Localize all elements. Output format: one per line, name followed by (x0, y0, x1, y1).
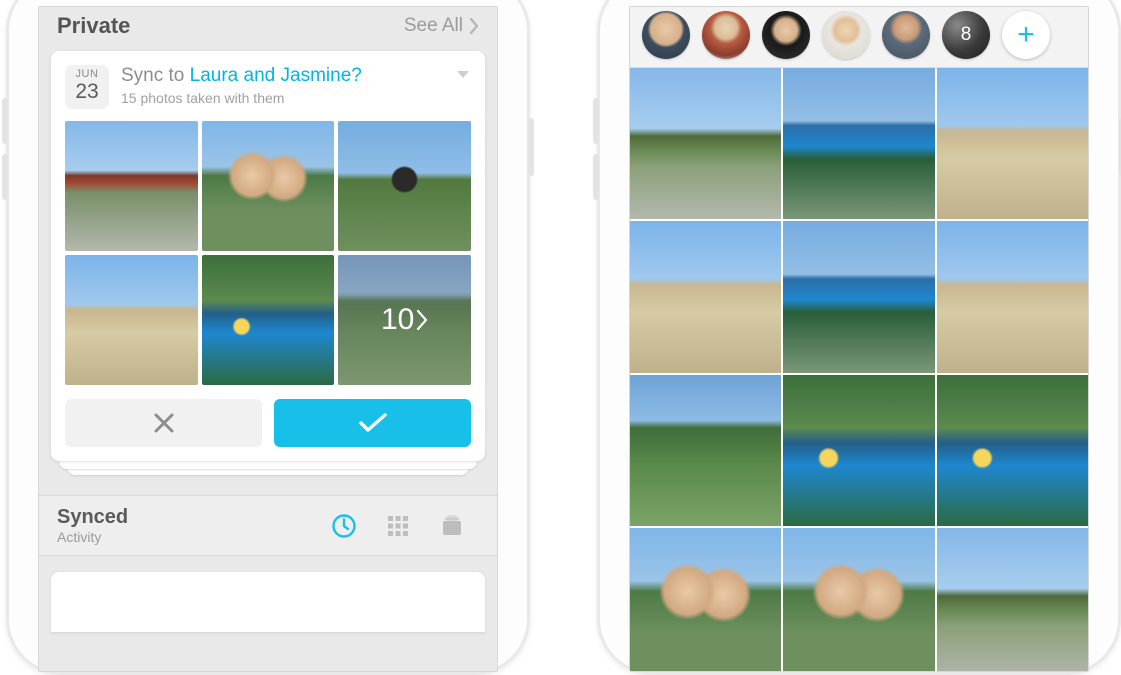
preview-thumb[interactable] (202, 255, 335, 385)
tab-grid[interactable] (371, 515, 425, 537)
tab-albums[interactable] (425, 515, 479, 537)
synced-subtitle: Activity (57, 529, 317, 545)
phone-frame-right: 8 + (597, 0, 1121, 675)
photo-thumb[interactable] (630, 221, 781, 372)
volume-down-button (593, 154, 599, 200)
person-avatar[interactable] (642, 11, 690, 59)
sync-prompt-title: Sync to Laura and Jasmine? (121, 65, 443, 88)
volume-up-button (2, 98, 8, 144)
photo-thumb[interactable] (937, 375, 1088, 526)
more-count: 10 (381, 303, 414, 337)
grid-icon (387, 515, 409, 537)
photo-thumb[interactable] (783, 68, 934, 219)
sync-prompt-subtitle: 15 photos taken with them (121, 90, 443, 106)
photo-thumb[interactable] (783, 221, 934, 372)
tab-activity[interactable] (317, 513, 371, 539)
photo-thumb[interactable] (937, 68, 1088, 219)
add-person-button[interactable]: + (1002, 11, 1050, 59)
synced-title: Synced (57, 506, 317, 529)
photo-preview-grid[interactable]: 10 (65, 121, 471, 385)
photo-thumb[interactable] (630, 375, 781, 526)
person-avatar[interactable] (882, 11, 930, 59)
preview-thumb[interactable] (65, 255, 198, 385)
photo-thumb[interactable] (630, 528, 781, 672)
title-prefix: Sync to (121, 65, 190, 86)
photo-thumb[interactable] (783, 375, 934, 526)
sync-prompt-card: JUN 23 Sync to Laura and Jasmine? 15 pho… (51, 51, 485, 461)
dropdown-caret-icon[interactable] (455, 65, 471, 81)
card-title-area[interactable]: Sync to Laura and Jasmine? 15 photos tak… (121, 65, 443, 106)
private-title: Private (57, 13, 130, 39)
photo-thumb[interactable] (783, 528, 934, 672)
synced-section-header: Synced Activity (39, 495, 497, 556)
preview-thumb[interactable] (338, 121, 471, 251)
photo-thumb[interactable] (937, 221, 1088, 372)
see-all-label: See All (404, 15, 463, 37)
preview-thumb-more[interactable]: 10 (338, 255, 471, 385)
card-header: JUN 23 Sync to Laura and Jasmine? 15 pho… (65, 65, 471, 109)
next-card-peek[interactable] (51, 572, 485, 632)
see-all-button[interactable]: See All (404, 15, 479, 37)
volume-up-button (593, 98, 599, 144)
phone-frame-left: Private See All JUN 23 (6, 0, 530, 675)
clock-icon (331, 513, 357, 539)
check-icon (358, 412, 388, 434)
preview-thumb[interactable] (202, 121, 335, 251)
screen-right: 8 + (629, 6, 1089, 672)
sync-card-stack: JUN 23 Sync to Laura and Jasmine? 15 pho… (51, 51, 485, 461)
people-overflow-button[interactable]: 8 (942, 11, 990, 59)
overflow-count: 8 (961, 24, 972, 46)
reject-button[interactable] (65, 399, 262, 447)
people-bar: 8 + (630, 7, 1088, 68)
plus-icon: + (1017, 18, 1035, 52)
person-avatar[interactable] (702, 11, 750, 59)
close-icon (153, 412, 175, 434)
chevron-right-icon (469, 18, 479, 34)
preview-thumb[interactable] (65, 121, 198, 251)
accept-button[interactable] (274, 399, 471, 447)
power-button (528, 118, 534, 176)
confirm-row (65, 399, 471, 447)
photo-thumb[interactable] (630, 68, 781, 219)
person-avatar[interactable] (822, 11, 870, 59)
chevron-right-icon (416, 309, 428, 331)
person-avatar[interactable] (762, 11, 810, 59)
private-section-header: Private See All (39, 7, 497, 51)
screen-left: Private See All JUN 23 (38, 6, 498, 672)
photo-thumb[interactable] (937, 528, 1088, 672)
volume-down-button (2, 154, 8, 200)
stack-icon (440, 515, 464, 537)
shared-photo-grid[interactable] (630, 68, 1088, 672)
date-month: JUN (76, 69, 99, 80)
date-day: 23 (75, 80, 98, 104)
title-names: Laura and Jasmine? (190, 65, 362, 86)
date-badge: JUN 23 (65, 65, 109, 109)
